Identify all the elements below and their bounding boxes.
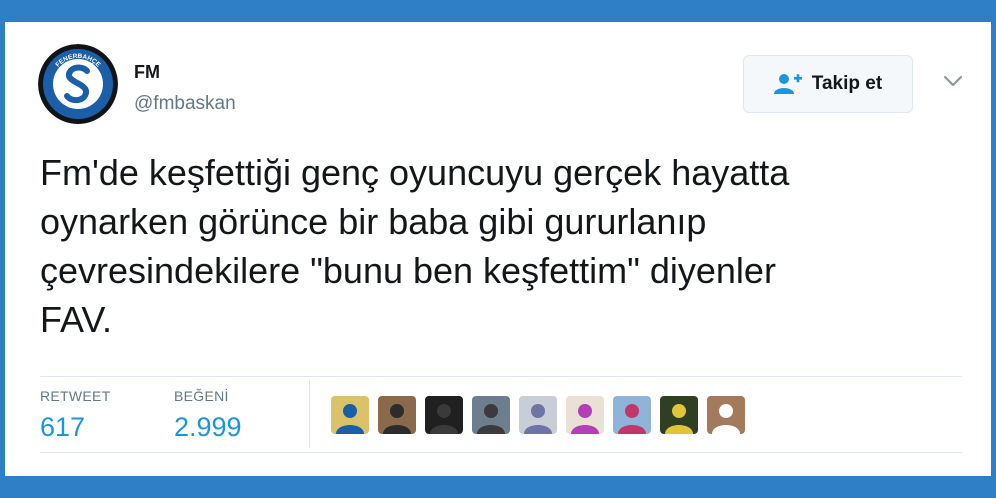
retweet-stat[interactable]: RETWEET 617	[40, 388, 111, 443]
frame-right-bar	[991, 22, 996, 476]
retweet-count: 617	[40, 412, 86, 442]
liker-avatar-7[interactable]	[613, 396, 651, 434]
tweet-line: oynarken görünce bir baba gibi gururlanı…	[40, 201, 707, 242]
tweet-text: Fm'de keşfettiği genç oyuncuyu gerçek ha…	[40, 148, 970, 344]
stats-separator	[309, 380, 310, 448]
avatar-9-icon	[707, 396, 745, 434]
tweet-line: Fm'de keşfettiği genç oyuncuyu gerçek ha…	[40, 152, 790, 193]
like-label: BEĞENİ	[174, 388, 229, 404]
frame-bottom-bar	[0, 476, 996, 498]
user-handle[interactable]: @fmbaskan	[134, 93, 236, 115]
tweet-line: çevresindekilere "bunu ben keşfettim" di…	[40, 250, 776, 291]
follow-button-label: Takip et	[811, 73, 883, 94]
avatar-3-icon	[425, 396, 463, 434]
avatar-2-icon	[378, 396, 416, 434]
avatar-7-icon	[613, 396, 651, 434]
liker-avatar-2[interactable]	[378, 396, 416, 434]
stats-divider-top	[40, 376, 962, 377]
more-options-button[interactable]	[940, 70, 966, 92]
liker-avatar-9[interactable]	[707, 396, 745, 434]
liker-avatars	[331, 396, 745, 434]
avatar-6-icon	[566, 396, 604, 434]
like-count: 2.999	[174, 412, 242, 442]
liker-avatar-5[interactable]	[519, 396, 557, 434]
user-add-icon	[773, 74, 802, 94]
fm-logo-icon: FENERBAHÇE	[38, 44, 118, 124]
avatar-4-icon	[472, 396, 510, 434]
profile-avatar[interactable]: FENERBAHÇE	[38, 44, 118, 124]
avatar-1-icon	[331, 396, 369, 434]
avatar-5-icon	[519, 396, 557, 434]
liker-avatar-8[interactable]	[660, 396, 698, 434]
like-stat[interactable]: BEĞENİ 2.999	[174, 388, 242, 443]
tweet-line: FAV.	[40, 299, 113, 340]
avatar-8-icon	[660, 396, 698, 434]
follow-button[interactable]: Takip et	[743, 55, 913, 113]
stats-divider-bottom	[40, 452, 962, 453]
liker-avatar-3[interactable]	[425, 396, 463, 434]
liker-avatar-4[interactable]	[472, 396, 510, 434]
frame-left-bar	[0, 22, 5, 476]
retweet-label: RETWEET	[40, 388, 111, 404]
user-display-name[interactable]: FM	[134, 62, 160, 83]
liker-avatar-6[interactable]	[566, 396, 604, 434]
frame-top-bar	[0, 0, 996, 22]
liker-avatar-1[interactable]	[331, 396, 369, 434]
chevron-down-icon	[943, 75, 963, 87]
